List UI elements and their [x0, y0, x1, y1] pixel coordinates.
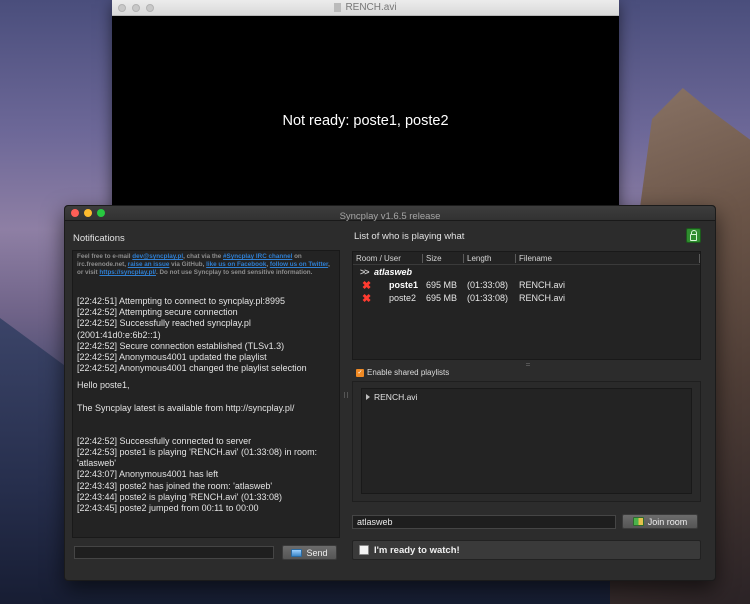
join-room-button[interactable]: Join room [622, 514, 698, 529]
log-line: [22:42:52] Attempting secure connection [77, 307, 238, 318]
list-splitter-handle[interactable] [526, 363, 530, 366]
intro-link[interactable]: dev@syncplay.pl [132, 253, 183, 260]
users-list-heading: List of who is playing what [354, 231, 465, 242]
maximize-icon[interactable] [97, 209, 105, 217]
close-icon[interactable] [71, 209, 79, 217]
send-button[interactable]: Send [282, 545, 337, 560]
intro-text: Feel free to e-mail [77, 253, 133, 260]
door-icon [632, 517, 644, 526]
column-length[interactable]: Length [467, 254, 491, 263]
log-line: [22:43:45] poste2 jumped from 00:11 to 0… [77, 503, 259, 514]
close-icon[interactable] [118, 4, 126, 12]
secure-connection-button[interactable] [686, 228, 701, 243]
column-room-user[interactable]: Room / User [356, 254, 401, 263]
not-ready-x-icon: ✖ [362, 280, 372, 292]
panel-splitter-handle[interactable] [344, 392, 348, 398]
log-block-1: [22:42:51] Attempting to connect to sync… [77, 296, 336, 374]
ready-label: I'm ready to watch! [374, 544, 460, 556]
user-name: poste2 [389, 293, 417, 303]
user-row[interactable]: ✖ poste2 695 MB (01:33:08) RENCH.avi [353, 293, 700, 305]
user-filename: RENCH.avi [519, 293, 566, 303]
log-line: [22:42:52] Anonymous4001 changed the pla… [77, 363, 307, 374]
user-file-length: (01:33:08) [467, 280, 509, 290]
video-window-controls [118, 4, 154, 12]
user-row[interactable]: ✖ poste1 695 MB (01:33:08) RENCH.avi [353, 280, 700, 292]
user-file-size: 695 MB [426, 293, 458, 303]
video-status-text: Not ready: poste1, poste2 [282, 113, 449, 129]
log-line: [22:43:07] Anonymous4001 has left [77, 469, 219, 480]
lock-icon [690, 229, 697, 241]
file-icon [334, 3, 342, 12]
log-line: [22:42:52] Successfully connected to ser… [77, 435, 252, 446]
send-label: Send [306, 547, 328, 558]
syncplay-window[interactable]: Syncplay v1.6.5 release Notifications Li… [64, 205, 716, 581]
notifications-body: [22:42:51] Attempting to connect to sync… [73, 296, 339, 514]
notifications-heading: Notifications [73, 233, 125, 244]
playlist-item-label: RENCH.avi [374, 392, 418, 402]
minimize-icon[interactable] [132, 4, 140, 12]
video-titlebar[interactable]: RENCH.avi [112, 0, 619, 16]
send-icon [291, 548, 303, 557]
syncplay-window-controls [71, 209, 105, 217]
intro-link[interactable]: https://syncplay.pl/ [99, 269, 156, 276]
log-line: [22:42:52] Successfully reached syncplay… [77, 318, 254, 340]
syncplay-title: Syncplay v1.6.5 release [339, 211, 441, 222]
intro-text: via GitHub, [169, 261, 207, 269]
minimize-icon[interactable] [84, 209, 92, 217]
intro-link[interactable]: #Syncplay IRC channel [223, 253, 292, 260]
log-line: [22:42:51] Attempting to connect to sync… [77, 296, 285, 306]
users-table[interactable]: Room / User Size Length Filename >> atla… [352, 251, 701, 360]
users-table-header: Room / User Size Length Filename [353, 252, 700, 265]
ready-toggle-button[interactable]: I'm ready to watch! [352, 540, 701, 560]
user-filename: RENCH.avi [519, 280, 566, 290]
video-title: RENCH.avi [334, 2, 397, 13]
room-input[interactable]: atlasweb [352, 515, 616, 529]
log-line: [22:42:53] poste1 is playing 'RENCH.avi'… [77, 447, 320, 469]
intro-link[interactable]: raise an issue [128, 261, 170, 268]
intro-text: . Do not use Syncplay to send sensitive … [155, 269, 313, 277]
join-room-label: Join room [647, 516, 688, 527]
room-row[interactable]: >> atlasweb [353, 267, 700, 279]
shared-playlists-toggle[interactable]: ✓ Enable shared playlists [356, 368, 449, 377]
playlist-list[interactable]: RENCH.avi [361, 388, 692, 494]
intro-text: , chat via the [183, 253, 224, 260]
user-file-size: 695 MB [426, 280, 458, 290]
greeting-line: Hello poste1, [77, 380, 130, 391]
background-hill [0, 318, 70, 604]
intro-link[interactable]: follow us on Twitter [270, 261, 328, 268]
column-filename[interactable]: Filename [519, 254, 552, 263]
log-line: [22:42:52] Anonymous4001 updated the pla… [77, 352, 267, 363]
playlist-item[interactable]: RENCH.avi [366, 392, 417, 402]
log-line: [22:43:44] poste2 is playing 'RENCH.avi'… [77, 491, 283, 502]
checkbox-checked-icon[interactable]: ✓ [356, 368, 364, 377]
shared-playlists-label: Enable shared playlists [367, 368, 450, 377]
notifications-log[interactable]: Feel free to e-mail dev@syncplay.pl, cha… [72, 250, 340, 538]
checkbox-unchecked-icon[interactable] [359, 545, 369, 555]
room-icon: >> [360, 267, 369, 277]
video-window[interactable]: RENCH.avi Not ready: poste1, poste2 [112, 0, 619, 212]
user-name: poste1 [389, 280, 419, 290]
not-ready-x-icon: ✖ [362, 293, 372, 305]
log-line: [22:42:52] Secure connection established… [77, 340, 285, 351]
room-name: atlasweb [374, 267, 413, 277]
maximize-icon[interactable] [146, 4, 154, 12]
log-line: [22:43:43] poste2 has joined the room: '… [77, 480, 273, 491]
play-triangle-icon [366, 394, 370, 400]
intro-link[interactable]: like us on Facebook [206, 261, 266, 268]
column-size[interactable]: Size [426, 254, 442, 263]
latest-version-line: The Syncplay latest is available from ht… [77, 402, 295, 413]
notifications-intro: Feel free to e-mail dev@syncplay.pl, cha… [73, 251, 339, 293]
log-block-2: [22:42:52] Successfully connected to ser… [77, 436, 336, 514]
syncplay-titlebar[interactable]: Syncplay v1.6.5 release [65, 206, 715, 222]
user-file-length: (01:33:08) [467, 293, 509, 303]
video-title-text: RENCH.avi [345, 2, 397, 13]
chat-input[interactable] [74, 546, 274, 559]
